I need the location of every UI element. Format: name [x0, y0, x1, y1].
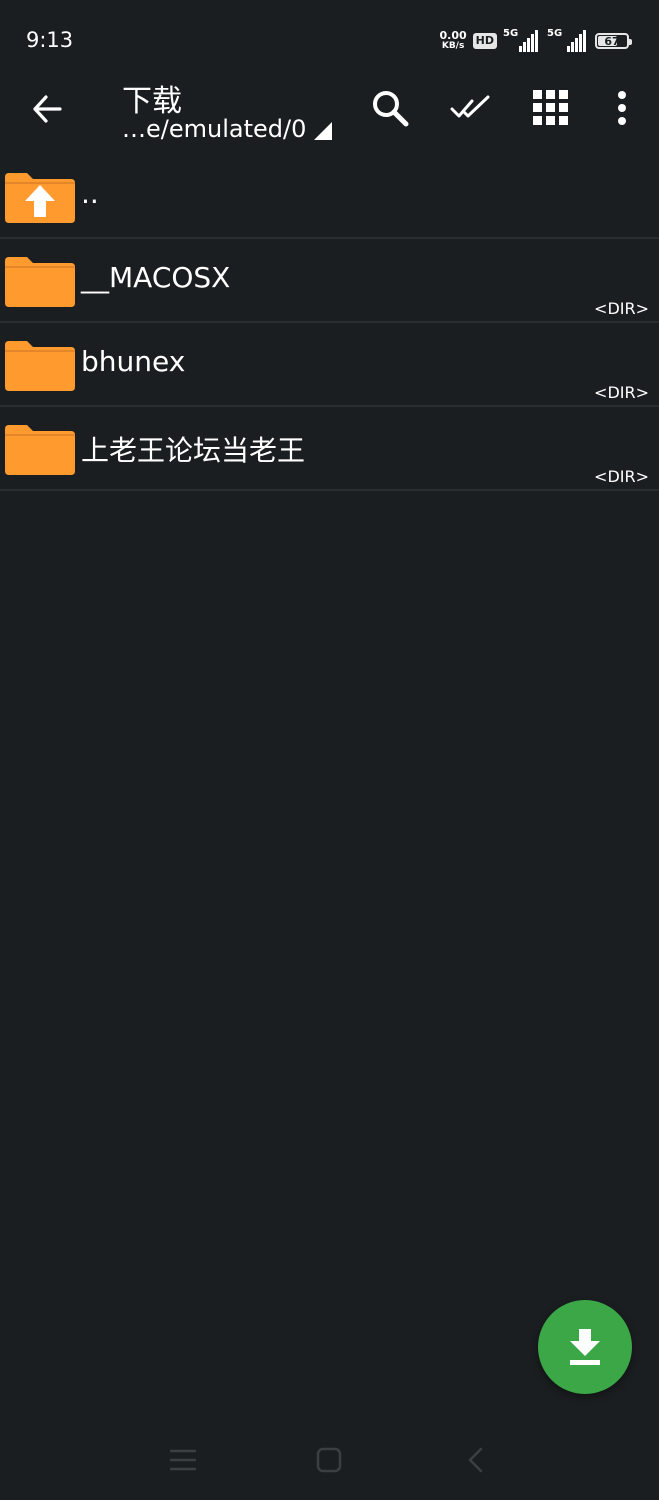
net-speed-unit: KB/s [441, 41, 465, 51]
path-label: …e/emulated/0 [122, 115, 307, 143]
folder-icon [5, 257, 75, 307]
folder-icon [5, 425, 75, 475]
file-name: __MACOSX [81, 261, 231, 294]
dropdown-triangle-icon [314, 122, 333, 140]
file-name: bhunex [81, 345, 186, 378]
folder-row[interactable]: 上老王论坛当老王 <DIR> [0, 407, 659, 491]
back-icon[interactable] [455, 1440, 495, 1480]
download-fab-button[interactable] [538, 1300, 632, 1394]
battery-level: 67 [604, 34, 620, 48]
dir-label: <DIR> [594, 383, 649, 402]
folder-row[interactable]: __MACOSX <DIR> [0, 239, 659, 323]
parent-directory-row[interactable]: .. [0, 155, 659, 239]
double-check-icon[interactable] [448, 86, 492, 130]
path-dropdown[interactable]: …e/emulated/0 [122, 115, 333, 143]
folder-icon [5, 341, 75, 391]
more-vert-icon[interactable] [600, 86, 644, 130]
signal-label: 5G [547, 28, 563, 39]
dir-label: <DIR> [594, 467, 649, 486]
net-speed: 0.00 KB/s [439, 29, 467, 51]
app-toolbar: 下载 …e/emulated/0 [0, 70, 659, 155]
file-name: .. [81, 177, 99, 210]
search-icon[interactable] [368, 86, 412, 130]
download-icon [570, 1329, 600, 1365]
status-bar: 9:13 0.00 KB/s HD 5G 5G 67 [0, 0, 659, 80]
home-icon[interactable] [309, 1440, 349, 1480]
folder-row[interactable]: bhunex <DIR> [0, 323, 659, 407]
status-icons: 0.00 KB/s HD 5G 5G 67 [439, 28, 632, 54]
net-speed-value: 0.00 [439, 29, 467, 42]
menu-icon[interactable] [163, 1440, 203, 1480]
battery-icon: 67 [595, 33, 632, 49]
dir-label: <DIR> [594, 299, 649, 318]
parent-folder-icon [5, 173, 75, 223]
signal-label: 5G [503, 28, 519, 39]
signal-icon: 5G [547, 28, 589, 52]
file-name: 上老王论坛当老王 [81, 434, 306, 467]
system-nav-bar [0, 1420, 659, 1500]
status-time: 9:13 [26, 28, 74, 52]
grid-icon[interactable] [529, 86, 573, 130]
hd-badge: HD [472, 33, 497, 49]
file-list: .. __MACOSX <DIR> bhunex <DIR> 上老王论坛当老王 … [0, 155, 659, 491]
signal-icon: 5G [503, 28, 541, 52]
back-arrow-icon[interactable] [26, 88, 68, 130]
folder-title: 下载 [122, 84, 182, 119]
